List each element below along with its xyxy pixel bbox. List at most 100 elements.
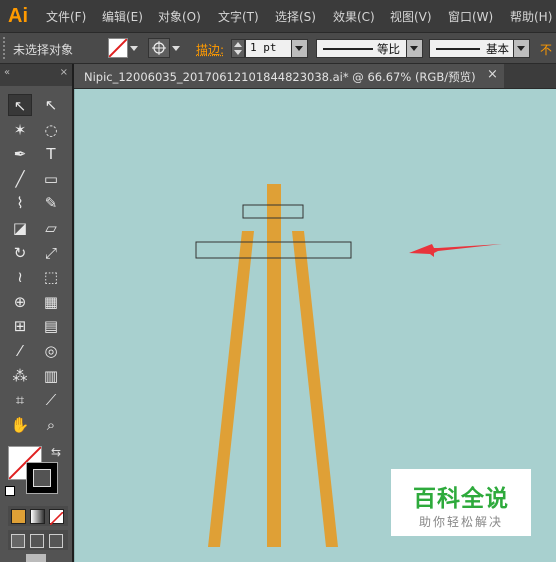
selection-tool[interactable]: ↖ xyxy=(8,94,32,116)
menu-object[interactable]: 对象(O) xyxy=(158,8,201,25)
type-tool[interactable]: T xyxy=(39,143,63,165)
warp-tool[interactable]: ≀ xyxy=(8,266,32,288)
tools-panel-header: « × xyxy=(0,64,72,86)
swap-fill-stroke-icon[interactable]: ⇆ xyxy=(51,445,61,459)
free-transform-tool[interactable]: ⬚ xyxy=(39,266,63,288)
draw-normal-icon[interactable] xyxy=(11,534,25,548)
paintbrush-tool[interactable]: ⌇ xyxy=(8,192,32,214)
shape-builder-tool[interactable]: ⊕ xyxy=(8,291,32,313)
pencil-icon: ✎ xyxy=(44,194,58,213)
stroke-color-swatch[interactable] xyxy=(26,462,58,494)
right-leg xyxy=(292,231,338,547)
type-icon: T xyxy=(46,145,56,164)
watermark-logo: 百科全说 助你轻松解决 xyxy=(391,469,531,536)
default-colors-icon[interactable] xyxy=(5,486,15,496)
rectangle-icon: ▭ xyxy=(43,169,59,188)
stepper-arrows-icon xyxy=(234,42,242,55)
pen-icon: ✒ xyxy=(13,145,27,164)
uniform-stroke-preview xyxy=(323,48,373,50)
menu-help[interactable]: 帮助(H) xyxy=(510,8,552,25)
perspective-grid-icon: ▦ xyxy=(43,292,59,311)
line-tool[interactable]: ╱ xyxy=(8,168,32,190)
stroke-swatch[interactable] xyxy=(148,38,170,58)
zoom-tool[interactable]: ⌕ xyxy=(39,414,63,436)
pen-tool[interactable]: ✒ xyxy=(8,143,32,165)
menu-select[interactable]: 选择(S) xyxy=(275,8,316,25)
direct-selection-icon: ↖ xyxy=(44,96,58,114)
mesh-icon: ⊞ xyxy=(13,317,27,336)
menu-bar: Ai 文件(F) 编辑(E) 对象(O) 文字(T) 选择(S) 效果(C) 视… xyxy=(0,0,556,33)
red-arrow-annotation xyxy=(409,244,502,257)
stroke-weight-dropdown[interactable] xyxy=(291,39,308,58)
menu-effect[interactable]: 效果(C) xyxy=(333,8,375,25)
eraser-tool[interactable]: ▱ xyxy=(39,217,63,239)
menu-view[interactable]: 视图(V) xyxy=(390,8,432,25)
pencil-tool[interactable]: ✎ xyxy=(39,192,63,214)
center-pole xyxy=(267,184,281,547)
warp-icon: ≀ xyxy=(17,268,23,287)
eraser-icon: ▱ xyxy=(45,219,57,237)
zoom-icon: ⌕ xyxy=(46,415,56,434)
stroke-stepper[interactable] xyxy=(231,39,245,58)
menu-edit[interactable]: 编辑(E) xyxy=(102,8,143,25)
scale-icon: ⤢ xyxy=(44,243,57,262)
menu-file[interactable]: 文件(F) xyxy=(46,8,86,25)
column-graph-icon: ▥ xyxy=(43,366,59,385)
close-tab-icon[interactable]: × xyxy=(487,67,498,82)
stroke-dropdown-icon[interactable] xyxy=(172,46,180,51)
stroke-weight-field[interactable]: 1 pt xyxy=(245,39,293,58)
screen-mode-icon[interactable] xyxy=(26,554,46,562)
symbol-sprayer-tool[interactable]: ⁂ xyxy=(8,365,32,387)
gradient-tool[interactable]: ▤ xyxy=(39,315,63,337)
profile-dropdown[interactable] xyxy=(406,39,423,58)
rectangle-tool[interactable]: ▭ xyxy=(39,168,63,190)
document-tab[interactable]: Nipic_12006035_20170612101844823038.ai* … xyxy=(74,64,504,88)
paintbrush-icon: ⌇ xyxy=(16,194,24,213)
column-graph-tool[interactable]: ▥ xyxy=(39,365,63,387)
gradient-mode-button[interactable] xyxy=(30,509,45,524)
slice-icon: ⟋ xyxy=(45,391,57,410)
panel-grip-icon[interactable] xyxy=(3,37,8,59)
tower-artwork[interactable] xyxy=(208,184,338,547)
lasso-tool[interactable]: ◌ xyxy=(39,119,63,141)
opacity-label[interactable]: 不 xyxy=(540,41,552,58)
none-mode-button[interactable] xyxy=(49,509,64,526)
blend-tool[interactable]: ◎ xyxy=(39,340,63,362)
brush-dropdown[interactable] xyxy=(513,39,530,58)
color-mode-button[interactable] xyxy=(11,509,26,524)
artboard-tool[interactable]: ⌗ xyxy=(8,389,32,411)
eyedropper-tool[interactable]: ⁄ xyxy=(8,340,32,362)
blend-icon: ◎ xyxy=(44,342,58,360)
draw-inside-icon[interactable] xyxy=(49,534,63,548)
hand-icon: ✋ xyxy=(10,415,30,434)
perspective-grid-tool[interactable]: ▦ xyxy=(39,291,63,313)
draw-behind-icon[interactable] xyxy=(30,534,44,548)
rotate-tool[interactable]: ↻ xyxy=(8,242,32,264)
scale-tool[interactable]: ⤢ xyxy=(39,242,63,264)
chevron-down-icon xyxy=(517,46,525,51)
fill-swatch[interactable] xyxy=(108,38,128,58)
fill-dropdown-icon[interactable] xyxy=(130,46,138,51)
app-logo: Ai xyxy=(8,5,28,27)
stroke-label[interactable]: 描边: xyxy=(196,41,224,58)
mesh-tool[interactable]: ⊞ xyxy=(8,315,32,337)
symbol-sprayer-icon: ⁂ xyxy=(12,366,28,385)
variable-width-profile[interactable]: 等比 xyxy=(316,39,408,58)
close-panel-icon[interactable]: × xyxy=(60,67,68,78)
direct-selection-tool[interactable]: ↖ xyxy=(39,94,63,116)
menu-window[interactable]: 窗口(W) xyxy=(448,8,493,25)
hand-tool[interactable]: ✋ xyxy=(8,414,32,436)
selection-status: 未选择对象 xyxy=(13,43,74,57)
stroke-inner xyxy=(33,469,51,487)
eyedropper-icon: ⁄ xyxy=(18,342,22,360)
collapse-panel-icon[interactable]: « xyxy=(4,67,10,78)
gradient-icon: ▤ xyxy=(43,317,59,336)
magic-wand-tool[interactable]: ✶ xyxy=(8,119,32,141)
brush-definition[interactable]: 基本 xyxy=(429,39,515,58)
blob-brush-tool[interactable]: ◪ xyxy=(8,217,32,239)
slice-tool[interactable]: ⟋ xyxy=(39,389,63,411)
free-transform-icon: ⬚ xyxy=(43,268,59,287)
menu-type[interactable]: 文字(T) xyxy=(218,8,259,25)
line-icon: ╱ xyxy=(15,169,25,188)
draw-mode-row xyxy=(8,530,68,550)
